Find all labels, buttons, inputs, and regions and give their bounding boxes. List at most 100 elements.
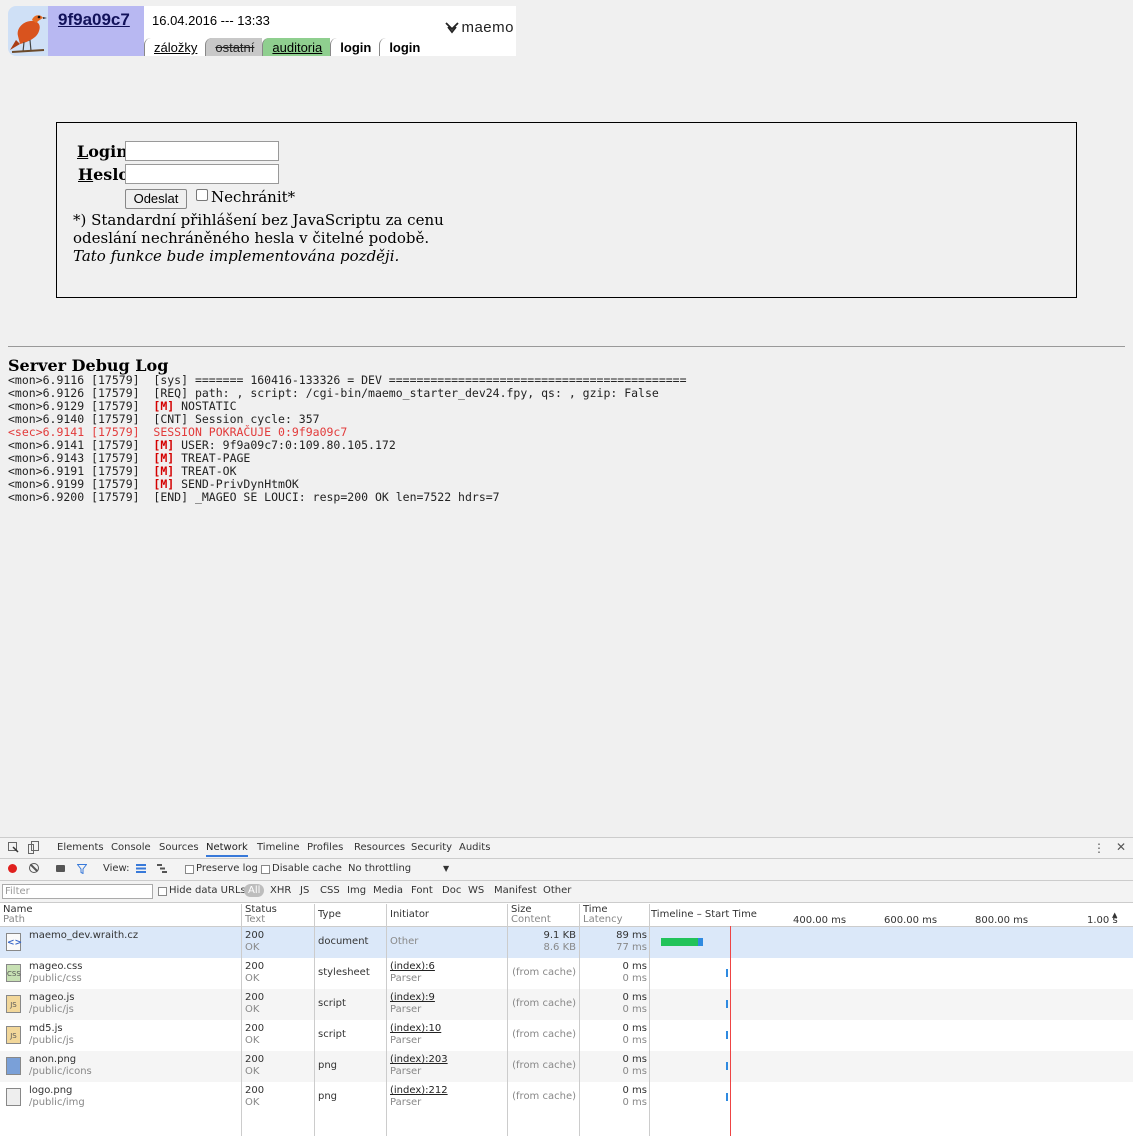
col-time[interactable]: Time Latency bbox=[583, 905, 623, 925]
log-line: <mon>6.9200 [17579] [END] _MAGEO SE LOUC… bbox=[8, 490, 500, 504]
devtools-tab-console[interactable]: Console bbox=[111, 842, 151, 853]
initiator-link[interactable]: (index):9 bbox=[390, 992, 435, 1004]
filter-type-js[interactable]: JS bbox=[300, 885, 309, 896]
request-time: 0 ms 0 ms bbox=[580, 1023, 648, 1047]
inspect-icon[interactable] bbox=[8, 842, 19, 853]
avatar[interactable] bbox=[8, 6, 48, 56]
preserve-log-checkbox[interactable] bbox=[185, 865, 194, 874]
submit-button[interactable]: Odeslat bbox=[125, 189, 187, 209]
status-code: 200 bbox=[245, 1054, 265, 1065]
col-type[interactable]: Type bbox=[318, 910, 341, 920]
status-text: OK bbox=[245, 942, 260, 953]
col-name[interactable]: Name Path bbox=[3, 905, 33, 925]
col-status[interactable]: Status Text bbox=[245, 905, 277, 925]
disable-cache-checkbox[interactable] bbox=[261, 865, 270, 874]
devtools-tabbar: Elements Console Sources Network Timeline Pro… bbox=[0, 838, 1133, 859]
filter-type-all[interactable]: All bbox=[244, 884, 265, 897]
request-type: document bbox=[318, 936, 369, 947]
filter-type-img[interactable]: Img bbox=[347, 885, 366, 896]
request-name[interactable]: maemo_dev.wraith.cz bbox=[29, 930, 138, 942]
col-timeline[interactable]: Timeline – Start Time bbox=[651, 910, 757, 920]
request-name[interactable]: mageo.js/public/js bbox=[29, 992, 74, 1016]
log-tag: [M] bbox=[153, 438, 175, 452]
devtools-tab-resources[interactable]: Resources bbox=[354, 842, 405, 853]
table-row[interactable]: JS mageo.js/public/js 200 OK script (index):9… bbox=[0, 989, 1133, 1020]
device-mode-icon[interactable] bbox=[28, 841, 39, 854]
devtools-tab-timeline[interactable]: Timeline bbox=[257, 842, 300, 853]
table-row[interactable]: JS md5.js/public/js 200 OK script (index):10 P… bbox=[0, 1020, 1133, 1051]
devtools-tab-sources[interactable]: Sources bbox=[159, 842, 199, 853]
hide-data-urls-checkbox[interactable] bbox=[158, 887, 167, 896]
tab-auditoria[interactable]: auditoria bbox=[262, 38, 331, 56]
filter-type-font[interactable]: Font bbox=[411, 885, 433, 896]
request-name-text: logo.png bbox=[29, 1085, 73, 1096]
timeline-bar-download bbox=[698, 938, 703, 946]
tab-ostatni[interactable]: ostatní bbox=[205, 38, 263, 56]
devtools-tab-audits[interactable]: Audits bbox=[459, 842, 490, 853]
initiator-link[interactable]: (index):10 bbox=[390, 1023, 441, 1035]
request-path: /public/js bbox=[29, 1035, 74, 1046]
filter-icon[interactable] bbox=[77, 864, 87, 874]
status-text: OK bbox=[245, 1035, 260, 1046]
filter-type-doc[interactable]: Doc bbox=[442, 885, 461, 896]
table-row[interactable]: CSS mageo.css/public/css 200 OK stylesheet (i… bbox=[0, 958, 1133, 989]
request-name[interactable]: mageo.css/public/css bbox=[29, 961, 82, 985]
doc-file-icon: <> bbox=[6, 933, 22, 951]
tab-zalozky[interactable]: záložky bbox=[144, 38, 205, 56]
log-tag: [M] bbox=[153, 399, 175, 413]
filter-bar: Filter Hide data URLs All XHR JS CSS Img Medi… bbox=[0, 881, 1133, 903]
devtools-tab-network[interactable]: Network bbox=[206, 842, 248, 857]
screenshot-icon[interactable] bbox=[56, 865, 65, 872]
logo-file-icon bbox=[6, 1088, 21, 1106]
password-input[interactable] bbox=[125, 164, 279, 184]
col-initiator[interactable]: Initiator bbox=[390, 910, 429, 920]
more-menu-icon[interactable]: ⋮ bbox=[1093, 841, 1105, 855]
time-text: 0 ms bbox=[622, 1023, 648, 1034]
tab-login[interactable]: login bbox=[330, 38, 379, 56]
devtools-tab-security[interactable]: Security bbox=[411, 842, 452, 853]
status-code: 200 bbox=[245, 961, 265, 972]
maemo-logo: maemo bbox=[445, 19, 514, 36]
user-id-link[interactable]: 9f9a09c7 bbox=[58, 10, 130, 30]
devtools-tab-elements[interactable]: Elements bbox=[57, 842, 104, 853]
filter-type-media[interactable]: Media bbox=[373, 885, 403, 896]
initiator-link[interactable]: (index):212 bbox=[390, 1085, 448, 1097]
status-text: OK bbox=[245, 1066, 260, 1077]
clear-icon[interactable] bbox=[29, 863, 39, 873]
table-row[interactable]: <> maemo_dev.wraith.cz 200 OK document Other 9… bbox=[0, 927, 1133, 958]
tab-login-2[interactable]: login bbox=[379, 38, 428, 56]
col-size[interactable]: Size Content bbox=[511, 905, 551, 925]
request-name[interactable]: anon.png/public/icons bbox=[29, 1054, 92, 1078]
initiator-link[interactable]: (index):203 bbox=[390, 1054, 448, 1066]
request-name[interactable]: logo.png/public/img bbox=[29, 1085, 85, 1109]
filter-type-ws[interactable]: WS bbox=[468, 885, 484, 896]
request-type: png bbox=[318, 1091, 338, 1102]
sort-up-icon[interactable]: ▲ bbox=[1112, 910, 1117, 920]
unprotected-checkbox[interactable] bbox=[196, 189, 208, 201]
timeline-bar bbox=[726, 1062, 728, 1070]
filter-type-xhr[interactable]: XHR bbox=[270, 885, 291, 896]
preserve-log-label: Preserve log bbox=[196, 863, 258, 874]
record-icon[interactable] bbox=[8, 864, 17, 873]
request-initiator: (index):203 Parser bbox=[390, 1054, 448, 1078]
overview-icon[interactable] bbox=[157, 864, 167, 873]
close-icon[interactable]: ✕ bbox=[1116, 840, 1126, 854]
request-time: 0 ms 0 ms bbox=[580, 992, 648, 1016]
filter-type-manifest[interactable]: Manifest bbox=[494, 885, 537, 896]
table-row[interactable]: anon.png/public/icons 200 OK png (index):203… bbox=[0, 1051, 1133, 1082]
request-name[interactable]: md5.js/public/js bbox=[29, 1023, 74, 1047]
request-initiator: (index):9 Parser bbox=[390, 992, 435, 1016]
app-header: 9f9a09c7 16.04.2016 --- 13:33 maemo zálo… bbox=[8, 6, 516, 56]
devtools-tab-profiles[interactable]: Profiles bbox=[307, 842, 343, 853]
throttling-select[interactable]: No throttling bbox=[348, 863, 411, 874]
login-input[interactable] bbox=[125, 141, 279, 161]
throttling-dropdown-icon[interactable]: ▼ bbox=[443, 864, 449, 873]
timeline-bar bbox=[726, 1000, 728, 1008]
table-row[interactable]: logo.png/public/img 200 OK png (index):212 Pa… bbox=[0, 1082, 1133, 1113]
initiator-link[interactable]: (index):6 bbox=[390, 961, 435, 973]
large-rows-icon[interactable] bbox=[136, 864, 146, 873]
filter-input[interactable]: Filter bbox=[2, 884, 153, 899]
filter-type-css[interactable]: CSS bbox=[320, 885, 340, 896]
filter-type-other[interactable]: Other bbox=[543, 885, 571, 896]
request-name-text: mageo.css bbox=[29, 961, 83, 972]
